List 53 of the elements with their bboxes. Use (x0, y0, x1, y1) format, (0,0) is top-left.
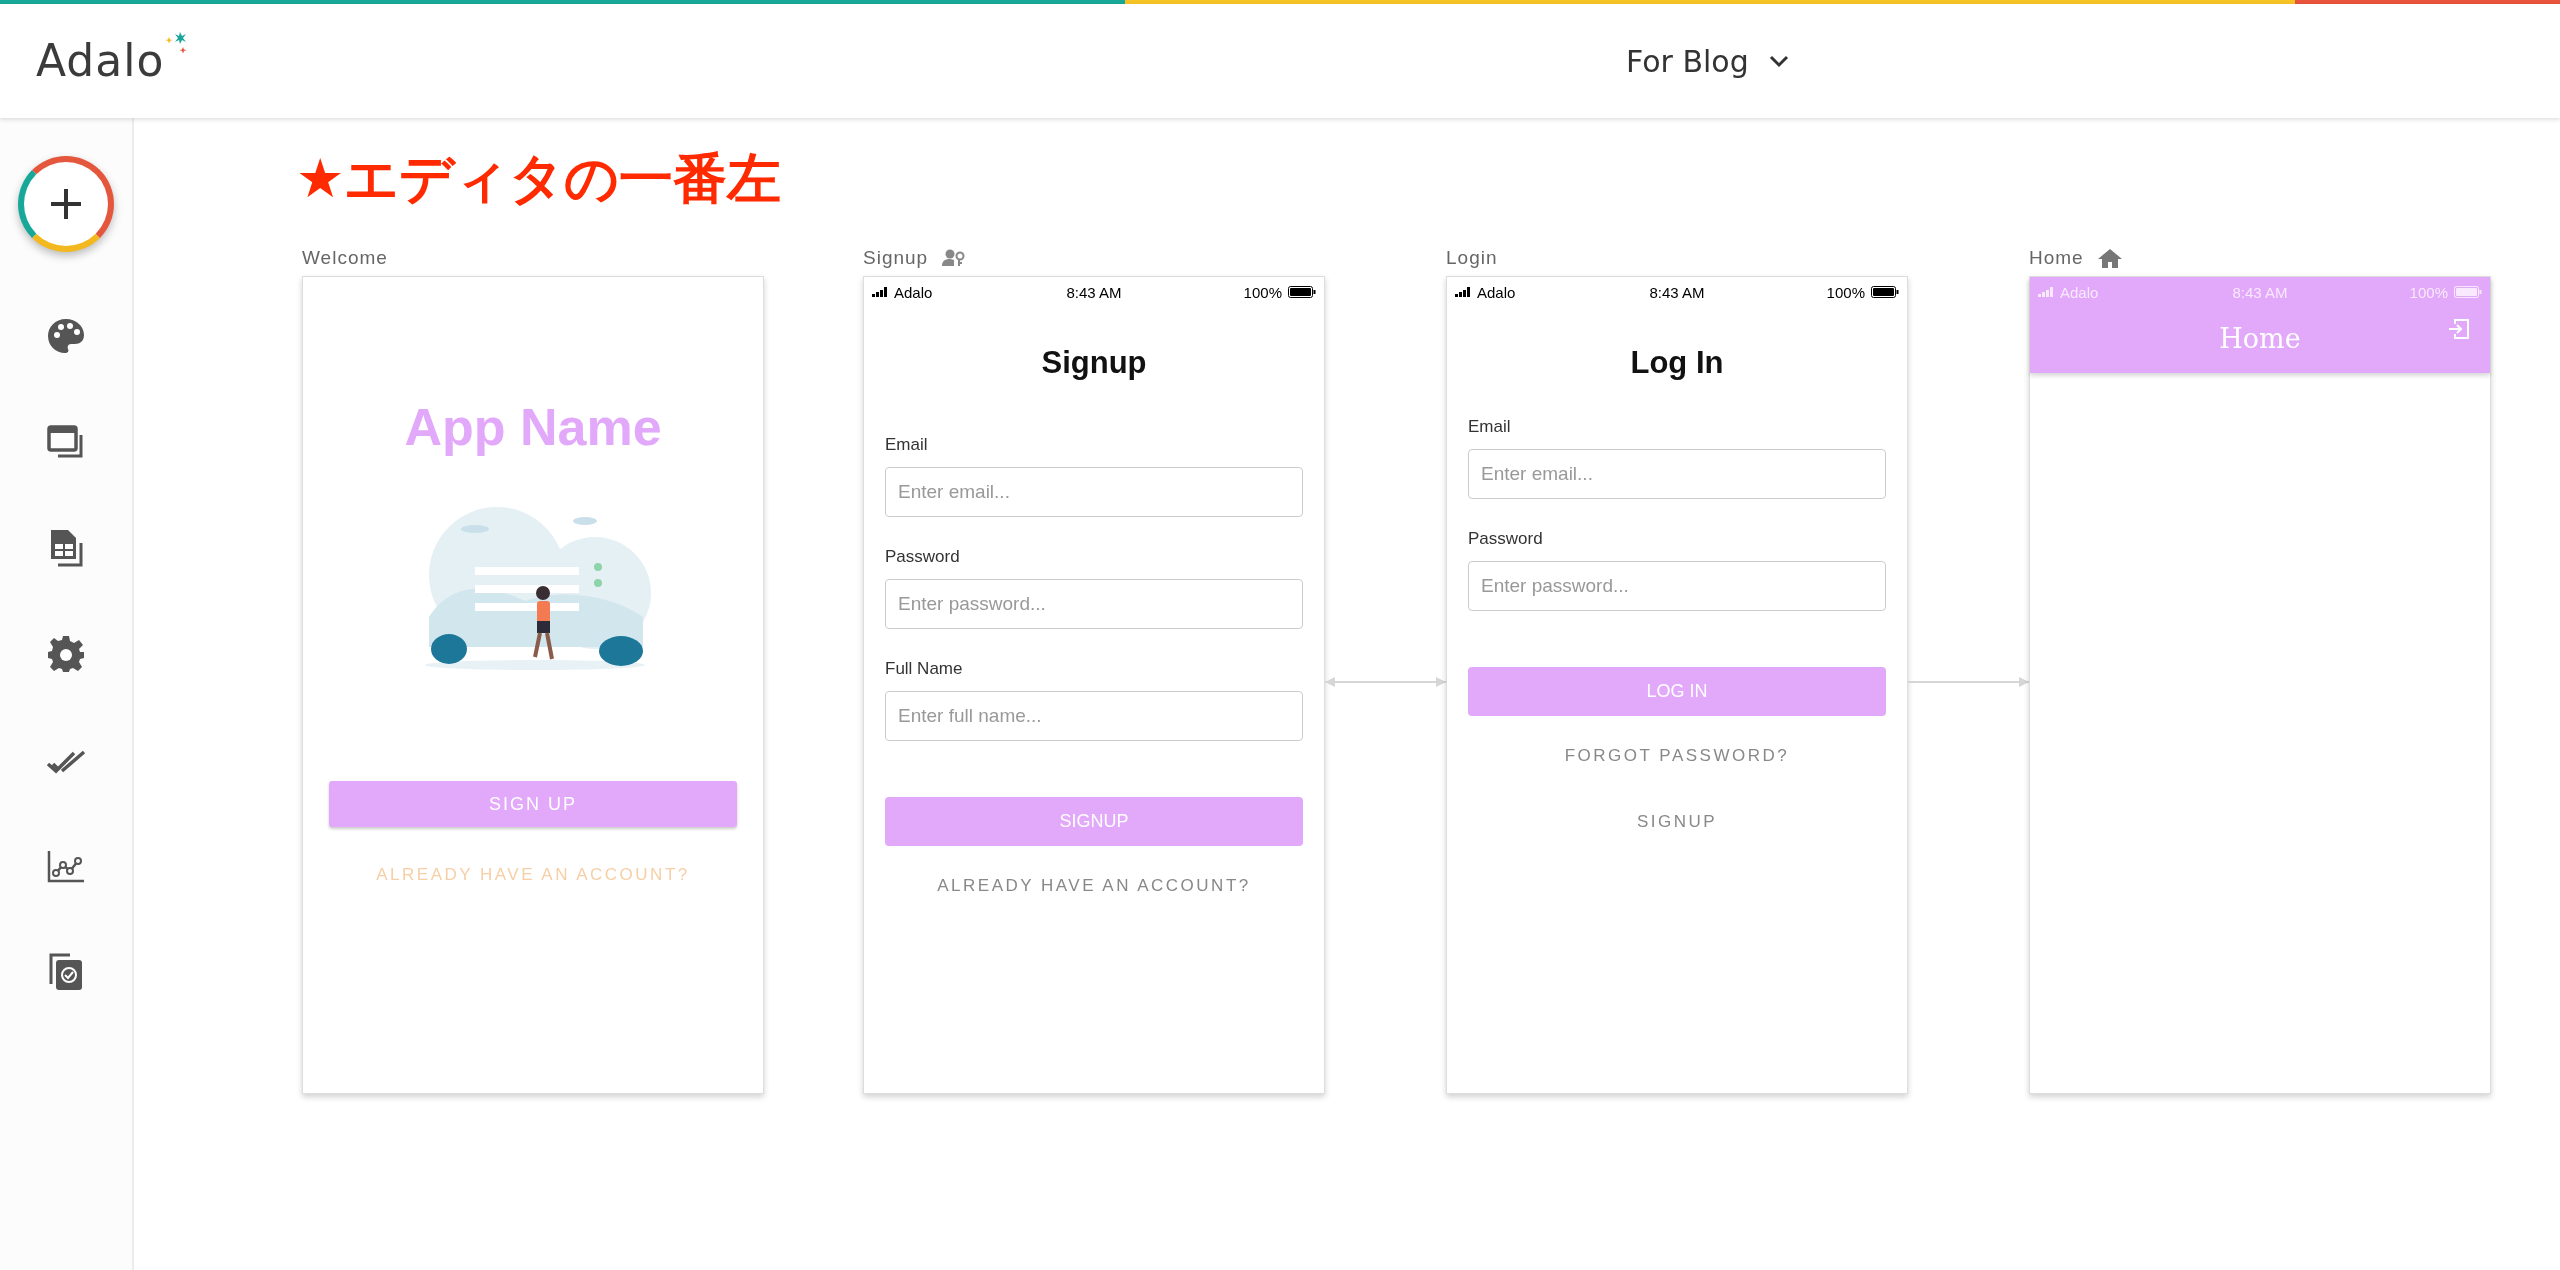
battery-icon (1288, 286, 1316, 298)
text-link[interactable]: SIGNUP (1636, 812, 1718, 832)
add-button[interactable] (18, 156, 114, 252)
input-field[interactable]: Enter full name... (885, 691, 1303, 741)
phone-screen[interactable]: Adalo 8:43 AM 100% Log In Email Enter email... Password Enter password... LOG IN FORGOT PASSWORD? SIGNUP (1446, 276, 1908, 1094)
carrier-name: Adalo (2060, 283, 2099, 301)
input-field[interactable]: Enter email... (885, 467, 1303, 517)
carrier-name: Adalo (894, 283, 933, 301)
user-key-icon (942, 249, 967, 267)
field-label: Password (1468, 529, 1544, 549)
screen-name[interactable]: Signup (863, 247, 929, 269)
app-title: App Name (404, 397, 662, 457)
phone-screen[interactable]: App Name SIGN UP ALREADY HAVE AN ACCOUNT? (302, 276, 764, 1094)
screen-title: Signup (1041, 345, 1147, 381)
field-label: Email (885, 435, 929, 455)
input-field[interactable]: Enter password... (885, 579, 1303, 629)
app-selector[interactable]: For Blog (1622, 39, 1793, 83)
palette-icon[interactable] (46, 316, 86, 356)
settings-icon[interactable] (46, 634, 86, 674)
submit-button[interactable]: LOG IN (1468, 667, 1886, 716)
battery-percent: 100% (1826, 283, 1865, 301)
status-time: 8:43 AM (1649, 283, 1705, 301)
signal-icon (872, 287, 888, 297)
battery-icon (2454, 286, 2482, 298)
chevron-down-icon (1768, 54, 1789, 68)
battery-icon (1871, 286, 1899, 298)
phone-screen[interactable]: Adalo 8:43 AM 100% Signup Email Enter email... Password Enter password... Full Name Enter full name... SIGNUP ALREADY HAVE AN ACCOUNT? (863, 276, 1325, 1094)
text-link[interactable]: FORGOT PASSWORD? (1564, 746, 1790, 766)
input-field[interactable]: Enter email... (1468, 449, 1886, 499)
plus-icon (49, 187, 83, 221)
status-time: 8:43 AM (2232, 283, 2288, 301)
logo[interactable]: Adalo (36, 35, 165, 87)
screen-name[interactable]: Welcome (302, 247, 388, 269)
input-field[interactable]: Enter password... (1468, 561, 1886, 611)
battery-percent: 100% (1243, 283, 1282, 301)
sign-up-button[interactable]: SIGN UP (329, 781, 737, 827)
status-time: 8:43 AM (1066, 283, 1122, 301)
field-label: Email (1468, 417, 1512, 437)
screen-title: Log In (1630, 345, 1724, 381)
text-link[interactable]: ALREADY HAVE AN ACCOUNT? (937, 876, 1251, 896)
battery-percent: 100% (2409, 283, 2448, 301)
field-label: Password (885, 547, 961, 567)
header-title: Home (2219, 322, 2301, 354)
screen-name[interactable]: Login (1446, 247, 1498, 269)
screen-name[interactable]: Home (2029, 247, 2084, 269)
signal-icon (2038, 287, 2054, 297)
phone-screen[interactable]: Adalo 8:43 AM 100% Home (2029, 276, 2491, 1094)
home-icon (2097, 248, 2122, 268)
carrier-name: Adalo (1477, 283, 1516, 301)
submit-button[interactable]: SIGNUP (885, 797, 1303, 846)
annotation-text: ★エディタの一番左 (296, 148, 783, 210)
field-label: Full Name (885, 659, 964, 679)
signal-icon (1455, 287, 1471, 297)
